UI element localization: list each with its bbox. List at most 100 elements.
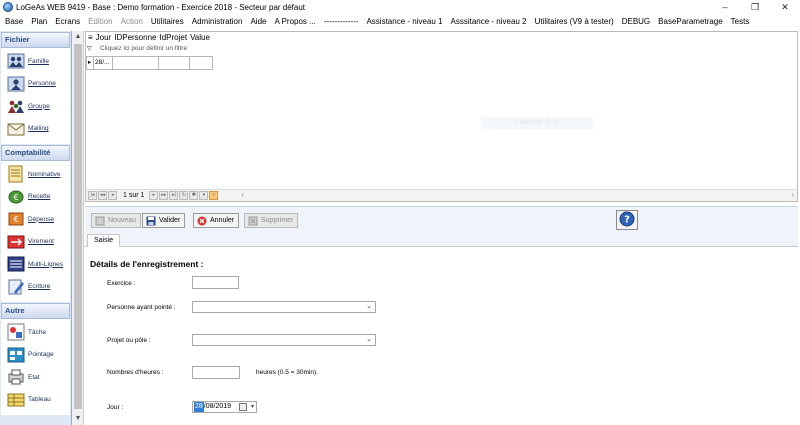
sidebar-section-body: Nominative € Recette € Dépense Virement …: [1, 161, 70, 302]
group-icon: [7, 97, 25, 115]
scroll-down-icon[interactable]: ▼: [72, 413, 84, 425]
table-row[interactable]: ▸ 28/...: [86, 56, 213, 70]
column-header-jour[interactable]: Jour: [96, 33, 112, 42]
calendar-icon[interactable]: [239, 403, 247, 411]
menu-assistance-1[interactable]: Assistance - niveau 1: [366, 17, 442, 26]
filter-toggle-icon[interactable]: ▿: [209, 191, 219, 200]
tab-saisie[interactable]: Saisie: [87, 234, 121, 248]
sidebar-item-multi-lignes[interactable]: Multi-Lignes: [1, 253, 70, 276]
column-header-idpersonne[interactable]: IDPersonne: [114, 33, 156, 42]
personne-select[interactable]: ⌄: [192, 301, 376, 313]
filter-placeholder[interactable]: Cliquez ici pour définir un filtre: [100, 45, 187, 52]
sidebar-item-groupe[interactable]: Groupe: [1, 95, 70, 118]
menu-edition[interactable]: Edition: [88, 17, 112, 26]
menu-tests[interactable]: Tests: [731, 17, 750, 26]
menu-utilitaires[interactable]: Utilitaires: [151, 17, 184, 26]
sidebar-item-famille[interactable]: Famille: [1, 50, 70, 73]
column-header-idprojet[interactable]: IdProjet: [159, 33, 187, 42]
add-row-icon[interactable]: ✱: [189, 191, 199, 200]
column-header-value[interactable]: Value: [190, 33, 210, 42]
sidebar-item-recette[interactable]: € Recette: [1, 186, 70, 209]
validate-button[interactable]: Valider: [142, 213, 186, 228]
next-page-icon[interactable]: ▸▸: [159, 191, 169, 200]
next-icon[interactable]: ▸: [149, 191, 159, 200]
scroll-right-icon[interactable]: ›: [792, 192, 794, 199]
exercice-field[interactable]: [192, 276, 239, 289]
grid-header: ≡ Jour IDPersonne IdProjet Value: [86, 32, 213, 43]
filter-row[interactable]: ▽ Cliquez ici pour définir un filtre: [86, 43, 211, 53]
personne-label: Personne ayant pointé :: [107, 304, 176, 311]
sidebar-item-ecriture[interactable]: Ecriture: [1, 276, 70, 299]
menu-plan[interactable]: Plan: [31, 17, 47, 26]
menu-ecrans[interactable]: Ecrans: [55, 17, 80, 26]
menu-base[interactable]: Base: [5, 17, 23, 26]
sidebar-item-tache[interactable]: Tâche: [1, 321, 70, 344]
cancel-button-label: Annuler: [210, 217, 235, 224]
menu-assistance-2[interactable]: Asssitance - niveau 2: [451, 17, 527, 26]
exercice-label: Exercice :: [107, 280, 136, 287]
date-day-selected: 28: [194, 402, 204, 412]
income-icon: €: [7, 188, 25, 206]
sidebar-section-comptabilite[interactable]: Comptabilité: [1, 145, 70, 161]
refresh-icon[interactable]: ↻: [179, 191, 189, 200]
new-icon: [95, 216, 105, 226]
menu-action[interactable]: Action: [121, 17, 143, 26]
sidebar-item-etat[interactable]: Etat: [1, 366, 70, 389]
help-icon: ?: [619, 211, 635, 229]
menu-utilitaires-v9[interactable]: Utilitaires (V9 à tester): [535, 17, 614, 26]
filter-icon[interactable]: ▽: [87, 45, 94, 52]
sidebar-item-depense[interactable]: € Dépense: [1, 208, 70, 231]
minimize-icon[interactable]: –: [710, 0, 740, 14]
sidebar-item-label: Virement: [28, 238, 54, 246]
jour-date-field[interactable]: 28 /08/2019 ▾: [192, 401, 257, 413]
first-page-icon[interactable]: |◂: [88, 191, 97, 200]
new-button[interactable]: Nouveau: [91, 213, 142, 228]
sidebar-item-pointage[interactable]: Pointage: [1, 344, 70, 367]
chevron-down-icon[interactable]: ⌄: [366, 335, 372, 345]
sidebar-section-body: Tâche Pointage Etat Tableau: [1, 319, 70, 415]
projet-select[interactable]: ⌄: [192, 334, 376, 346]
menu-a-propos[interactable]: A Propos ...: [274, 17, 315, 26]
help-button[interactable]: ?: [616, 210, 638, 230]
menu-baseparametrage[interactable]: BaseParametrage: [658, 17, 722, 26]
cancel-button[interactable]: Annuler: [193, 213, 240, 228]
sidebar-item-personne[interactable]: Personne: [1, 73, 70, 96]
sidebar-item-tableau[interactable]: Tableau: [1, 389, 70, 412]
close-icon[interactable]: ✕: [770, 0, 800, 14]
sidebar-item-label: Multi-Lignes: [28, 260, 64, 268]
sidebar-section-autre[interactable]: Autre: [1, 303, 70, 319]
table-cell[interactable]: [190, 56, 213, 70]
prev-icon[interactable]: ◂: [108, 191, 117, 200]
prev-page-icon[interactable]: ◂◂: [98, 191, 107, 200]
scroll-left-icon[interactable]: ‹: [241, 192, 243, 199]
sidebar-item-nominative[interactable]: Nominative: [1, 163, 70, 186]
table-cell[interactable]: [113, 56, 159, 70]
sidebar-item-virement[interactable]: Virement: [1, 231, 70, 254]
save-icon: [146, 216, 156, 226]
sidebar-item-label: Famille: [28, 57, 49, 65]
family-icon: [7, 52, 25, 70]
table-cell[interactable]: [159, 56, 190, 70]
sidebar-item-mailing[interactable]: Mailing: [1, 118, 70, 141]
scroll-thumb[interactable]: [74, 44, 82, 409]
table-cell[interactable]: 28/...: [94, 56, 113, 70]
scroll-up-icon[interactable]: ▲: [72, 31, 84, 43]
sidebar-scrollbar[interactable]: ▲ ▼: [72, 31, 84, 425]
edit-row-icon[interactable]: ▾: [199, 191, 209, 200]
window-controls: – ❐ ✕: [710, 0, 800, 14]
ledger-icon: [7, 165, 25, 183]
column-menu-icon[interactable]: ≡: [88, 33, 93, 42]
last-page-icon[interactable]: ▸|: [169, 191, 179, 200]
menu-separator[interactable]: -------------: [324, 17, 359, 26]
heures-label: Nombres d'heures :: [107, 369, 164, 376]
menu-aide[interactable]: Aide: [250, 17, 266, 26]
sidebar-section-fichier[interactable]: Fichier: [1, 32, 70, 48]
chevron-down-icon[interactable]: ▾: [251, 402, 254, 412]
menu-debug[interactable]: DEBUG: [622, 17, 650, 26]
table-icon: [7, 391, 25, 409]
menu-administration[interactable]: Administration: [192, 17, 243, 26]
restore-icon[interactable]: ❐: [740, 0, 770, 14]
chevron-down-icon[interactable]: ⌄: [366, 302, 372, 312]
delete-button[interactable]: Supprimer: [244, 213, 299, 228]
heures-field[interactable]: [192, 366, 240, 379]
